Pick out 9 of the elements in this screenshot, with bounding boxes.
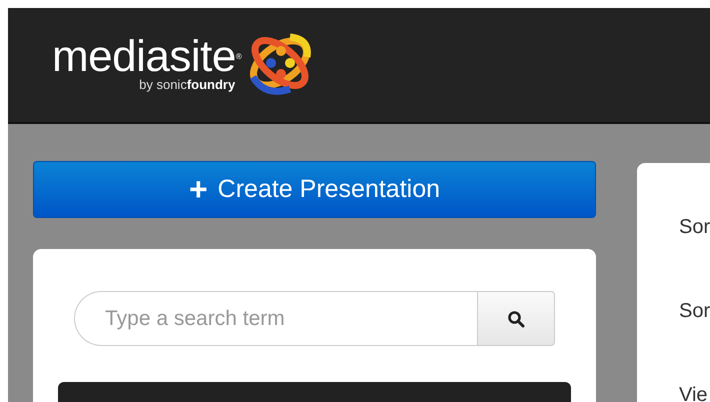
logo-tagline: by sonicfoundry	[139, 76, 236, 92]
panel-label: Sor	[679, 299, 710, 323]
create-presentation-button[interactable]: + Create Presentation	[33, 161, 596, 218]
panel-label: Sor	[679, 215, 710, 239]
search-field[interactable]: Type a search term	[74, 291, 477, 346]
search-icon	[507, 310, 525, 328]
panel-label: Vie	[679, 383, 709, 402]
logo-wordmark: mediasite$^{®}$	[52, 34, 242, 78]
search-button[interactable]	[477, 291, 555, 346]
